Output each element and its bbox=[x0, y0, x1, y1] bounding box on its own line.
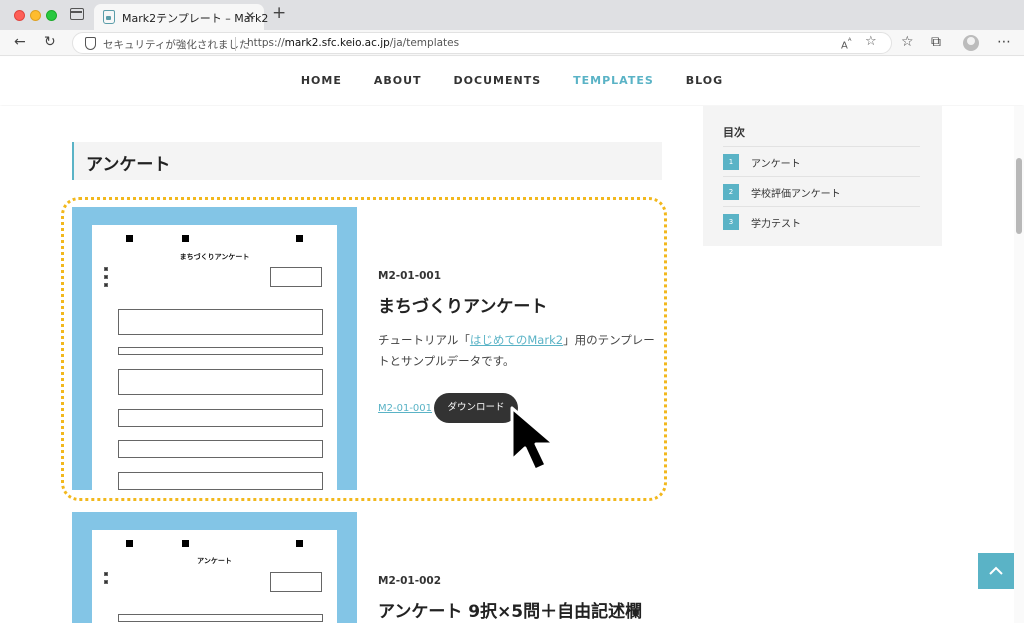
registration-mark bbox=[126, 540, 133, 547]
lock-favicon-icon bbox=[103, 10, 115, 24]
toc-label: アンケート bbox=[751, 159, 801, 170]
favorites-icon[interactable]: ☆ bbox=[901, 34, 914, 50]
browser-tab-bar: Mark2テンプレート – Mark2 ✕ + bbox=[0, 0, 1024, 30]
nav-about[interactable]: ABOUT bbox=[374, 74, 422, 87]
nav-documents[interactable]: DOCUMENTS bbox=[454, 74, 542, 87]
site-navigation: HOME ABOUT DOCUMENTS TEMPLATES BLOG bbox=[0, 57, 1024, 105]
nav-templates[interactable]: TEMPLATES bbox=[573, 74, 654, 87]
table-of-contents: 目次 1 アンケート 2 学校評価アンケート 3 学力テスト bbox=[703, 106, 942, 246]
toc-label: 学力テスト bbox=[751, 219, 801, 230]
toc-number: 3 bbox=[723, 214, 739, 230]
url-text: https://mark2.sfc.keio.ac.jp/ja/template… bbox=[247, 37, 460, 49]
toc-item[interactable]: 3 学力テスト bbox=[723, 206, 920, 236]
chevron-up-icon bbox=[989, 566, 1003, 575]
profile-avatar[interactable] bbox=[963, 35, 979, 51]
registration-mark bbox=[182, 540, 189, 547]
read-aloud-icon[interactable]: Aᴬ bbox=[841, 36, 851, 51]
bullet bbox=[104, 580, 108, 584]
address-bar[interactable]: セキュリティが強化されました https://mark2.sfc.keio.ac… bbox=[72, 32, 892, 54]
tab-actions-icon[interactable] bbox=[70, 8, 84, 20]
toc-item[interactable]: 2 学校評価アンケート bbox=[723, 176, 920, 206]
marking-guide-box bbox=[270, 572, 322, 592]
bullet bbox=[104, 572, 108, 576]
address-divider bbox=[235, 37, 236, 51]
sheet-title: アンケート bbox=[197, 557, 232, 565]
reload-icon[interactable]: ↻ bbox=[44, 34, 56, 50]
nav-home[interactable]: HOME bbox=[301, 74, 342, 87]
toc-number: 2 bbox=[723, 184, 739, 200]
template-title[interactable]: アンケート 9択×5問＋自由記述欄 bbox=[378, 597, 642, 622]
shield-icon bbox=[85, 37, 96, 50]
page-scrollbar[interactable] bbox=[1014, 106, 1024, 623]
mouse-pointer-icon bbox=[510, 406, 556, 472]
window-close-button[interactable] bbox=[14, 10, 25, 21]
section-heading-text: アンケート bbox=[86, 155, 171, 175]
back-arrow-icon[interactable]: ← bbox=[14, 34, 26, 50]
template-thumbnail[interactable]: アンケート bbox=[72, 512, 357, 623]
window-zoom-button[interactable] bbox=[46, 10, 57, 21]
toc-item[interactable]: 1 アンケート bbox=[723, 146, 920, 176]
more-menu-icon[interactable]: ⋯ bbox=[997, 34, 1011, 50]
nav-blog[interactable]: BLOG bbox=[686, 74, 723, 87]
security-status: セキュリティが強化されました bbox=[103, 39, 250, 51]
browser-toolbar: ← ↻ セキュリティが強化されました https://mark2.sfc.kei… bbox=[0, 30, 1024, 56]
add-favorite-icon[interactable]: ☆ bbox=[865, 34, 877, 49]
window-minimize-button[interactable] bbox=[30, 10, 41, 21]
toc-number: 1 bbox=[723, 154, 739, 170]
template-card: アンケート M2-01-002 アンケート 9択×5問＋自由記述欄 bbox=[72, 512, 662, 623]
section-heading: アンケート bbox=[72, 142, 662, 180]
back-to-top-button[interactable] bbox=[978, 553, 1014, 589]
browser-tab-active[interactable]: Mark2テンプレート – Mark2 ✕ bbox=[94, 4, 268, 30]
template-code: M2-01-002 bbox=[378, 575, 441, 587]
scrollbar-thumb[interactable] bbox=[1016, 158, 1022, 234]
registration-mark bbox=[296, 540, 303, 547]
question-options bbox=[118, 614, 323, 622]
tab-close-icon[interactable]: ✕ bbox=[245, 9, 255, 23]
new-tab-icon[interactable]: + bbox=[272, 5, 286, 22]
toc-label: 学校評価アンケート bbox=[751, 189, 841, 200]
highlight-frame bbox=[61, 197, 667, 501]
survey-sheet-preview: アンケート bbox=[92, 530, 337, 623]
collections-icon[interactable]: ⧉ bbox=[931, 34, 941, 50]
toc-title: 目次 bbox=[723, 126, 745, 139]
